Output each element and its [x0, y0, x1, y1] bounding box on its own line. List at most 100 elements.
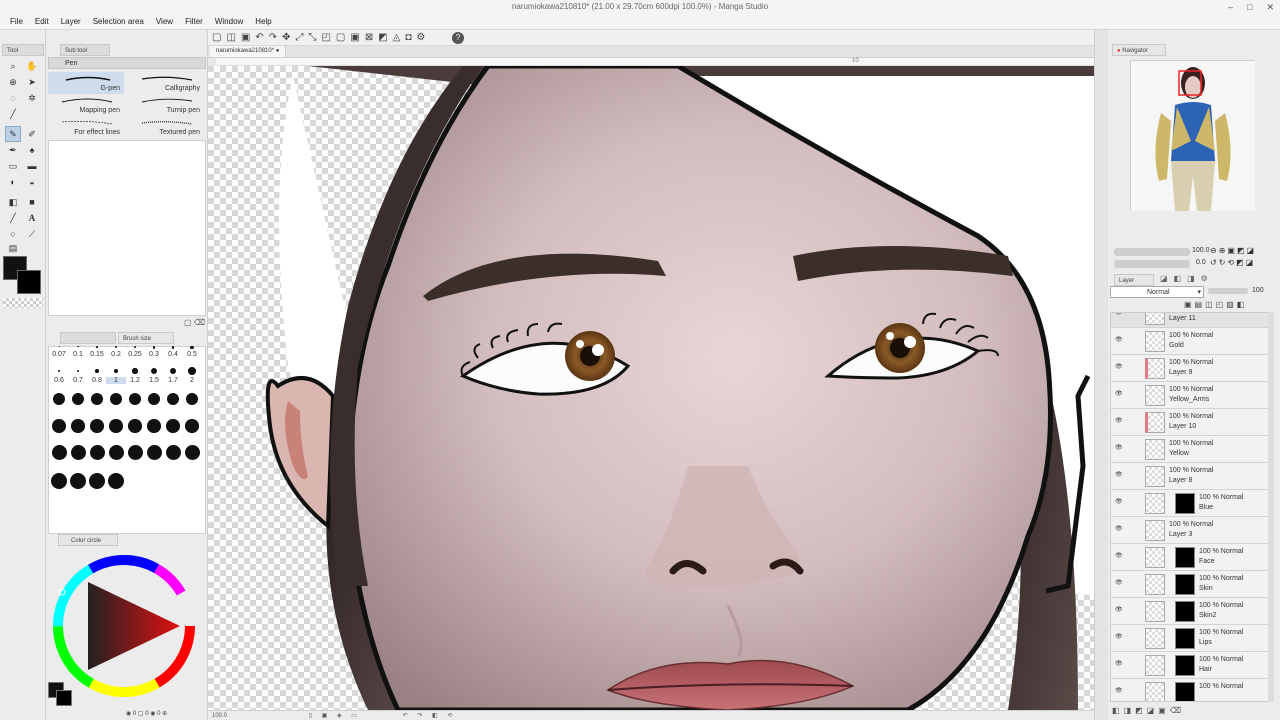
brush-size-dot[interactable]: [109, 419, 123, 433]
brush-size-dot[interactable]: [186, 393, 198, 405]
visibility-eye-icon[interactable]: 👁: [1115, 660, 1125, 670]
tab-brush-size[interactable]: Brush size: [118, 332, 174, 344]
eraser-tool-icon[interactable]: ▭: [5, 158, 21, 174]
brush-size-dot[interactable]: [146, 445, 162, 460]
layer-row[interactable]: 👁 100 % Normal Layer 9: [1111, 355, 1273, 382]
brush-size-dot[interactable]: [185, 419, 199, 433]
visibility-eye-icon[interactable]: 👁: [1115, 313, 1125, 319]
document-tab[interactable]: narumiokawa210810* ●: [210, 46, 287, 57]
brush-size-label[interactable]: 0.15: [87, 351, 107, 358]
brush-size-dot[interactable]: [110, 393, 122, 405]
visibility-eye-icon[interactable]: 👁: [1115, 579, 1125, 589]
brush-size-dot[interactable]: [184, 445, 200, 460]
brush-size-label[interactable]: 0.6: [49, 377, 69, 384]
airbrush-tool-icon[interactable]: ♠: [24, 142, 40, 158]
correct-line-tool-icon[interactable]: ⟋: [24, 226, 40, 242]
layer-row[interactable]: 👁 100 % Normal: [1111, 679, 1273, 701]
brush-size-label[interactable]: 2: [182, 377, 202, 384]
visibility-eye-icon[interactable]: 👁: [1115, 606, 1125, 616]
tab-layer[interactable]: Layer: [1114, 274, 1154, 286]
brush-size-label[interactable]: 0.4: [163, 351, 183, 358]
visibility-eye-icon[interactable]: 👁: [1115, 417, 1125, 427]
help-icon[interactable]: ?: [452, 32, 464, 44]
brush-size-label[interactable]: 0.25: [125, 351, 145, 358]
menu-view[interactable]: View: [150, 14, 179, 29]
brush-size-dot[interactable]: [70, 473, 86, 489]
brush-size-dot[interactable]: [108, 473, 124, 489]
status-scroll-icons[interactable]: ↶ ↷ ◧ ⟲: [403, 713, 457, 719]
maximize-button[interactable]: □: [1247, 0, 1252, 14]
brush-size-dot[interactable]: [51, 473, 67, 489]
menu-window[interactable]: Window: [209, 14, 249, 29]
pen-preset-effect-lines[interactable]: For effect lines: [48, 116, 124, 138]
fill-tool-icon[interactable]: ▬: [24, 158, 40, 174]
brush-size-label[interactable]: 0.3: [144, 351, 164, 358]
menu-selection-area[interactable]: Selection area: [87, 14, 150, 29]
brush-size-dot[interactable]: [76, 369, 80, 373]
layer-panel-footer-icons[interactable]: ◧◨◩◪▣⌫: [1112, 706, 1185, 715]
tab-tool-property[interactable]: [60, 332, 116, 344]
brush-size-label[interactable]: 0.5: [182, 351, 202, 358]
brush-size-dot[interactable]: [188, 367, 196, 375]
layer-row[interactable]: 👁 100 % Normal Skin2: [1111, 598, 1273, 625]
subtool-group-pen[interactable]: Pen: [48, 57, 206, 69]
move-tool-icon[interactable]: ➤: [24, 74, 40, 90]
brush-size-dot[interactable]: [190, 346, 194, 350]
brush-size-dot[interactable]: [77, 346, 79, 348]
close-tab-icon[interactable]: ●: [276, 48, 280, 54]
brush-size-dot[interactable]: [133, 346, 137, 349]
brush-size-dot[interactable]: [171, 346, 175, 349]
color-swatch-small-sub[interactable]: [56, 690, 72, 706]
layer-row[interactable]: 👁 100 % Normal Skin: [1111, 571, 1273, 598]
navigator-preview[interactable]: [1130, 60, 1255, 211]
layer-options-icons[interactable]: ▣▤◫◰▧◧: [1184, 300, 1247, 309]
visibility-eye-icon[interactable]: 👁: [1115, 390, 1125, 400]
pen-preset-g-pen[interactable]: G-pen: [48, 72, 124, 94]
brush-size-label[interactable]: 0.07: [49, 351, 69, 358]
opacity-slider[interactable]: [1208, 288, 1248, 294]
brush-size-dot[interactable]: [95, 369, 99, 373]
pen-preset-mapping-pen[interactable]: Mapping pen: [48, 94, 124, 116]
tab-color-circle[interactable]: Color circle: [58, 534, 118, 546]
frame-tool-icon[interactable]: ■: [24, 194, 40, 210]
brush-size-label[interactable]: 1.5: [144, 377, 164, 384]
brush-size-dot[interactable]: [89, 445, 105, 460]
brush-size-dot[interactable]: [72, 393, 84, 405]
layer-row[interactable]: 👁 100 % Normal Yellow: [1111, 436, 1273, 463]
brush-size-dot[interactable]: [169, 367, 177, 375]
brush-size-dot[interactable]: [58, 346, 60, 347]
tab-tool[interactable]: Tool: [2, 44, 44, 56]
brush-size-dot[interactable]: [166, 419, 180, 433]
brush-size-dot[interactable]: [96, 346, 98, 348]
visibility-eye-icon[interactable]: 👁: [1115, 336, 1125, 346]
subtool-menu-icons[interactable]: ▢ ⌫: [184, 318, 205, 327]
ruler-tool-icon[interactable]: ▤: [5, 240, 21, 256]
blend-tool-icon[interactable]: ◒: [24, 174, 40, 190]
pen-tool-icon[interactable]: ✎: [5, 126, 21, 142]
transparent-color-swatch[interactable]: [3, 298, 43, 308]
brush-size-dot[interactable]: [51, 445, 67, 460]
layer-row[interactable]: 👁 100 % Normal Layer 3: [1111, 517, 1273, 544]
brush-size-dot[interactable]: [91, 393, 103, 405]
blend-mode-select[interactable]: Normal ▾: [1110, 286, 1204, 298]
navigator-rotate-buttons[interactable]: ↺↻⟲◩◪: [1210, 258, 1255, 267]
visibility-eye-icon[interactable]: 👁: [1115, 633, 1125, 643]
menu-layer[interactable]: Layer: [55, 14, 87, 29]
brush-tool-icon[interactable]: ✒: [5, 142, 21, 158]
layer-row[interactable]: 👁 100 % Normal Lips: [1111, 625, 1273, 652]
layer-row[interactable]: 👁 100 % Normal Layer 8: [1111, 463, 1273, 490]
menu-help[interactable]: Help: [249, 14, 277, 29]
wand-tool-icon[interactable]: ✲: [24, 90, 40, 106]
brush-size-dot[interactable]: [165, 445, 181, 460]
brush-size-dot[interactable]: [129, 393, 141, 405]
brush-size-dot[interactable]: [108, 445, 124, 460]
menu-filter[interactable]: Filter: [179, 14, 209, 29]
tab-sub-tool[interactable]: Sub tool: [60, 44, 110, 56]
brush-size-dot[interactable]: [128, 419, 142, 433]
visibility-eye-icon[interactable]: 👁: [1115, 471, 1125, 481]
tab-navigator[interactable]: ● Navigator: [1112, 44, 1166, 56]
gradient-tool-icon[interactable]: ◧: [5, 194, 21, 210]
brush-size-dot[interactable]: [147, 419, 161, 433]
visibility-eye-icon[interactable]: 👁: [1115, 552, 1125, 562]
layer-row[interactable]: 👁 100 % Normal Hair: [1111, 652, 1273, 679]
